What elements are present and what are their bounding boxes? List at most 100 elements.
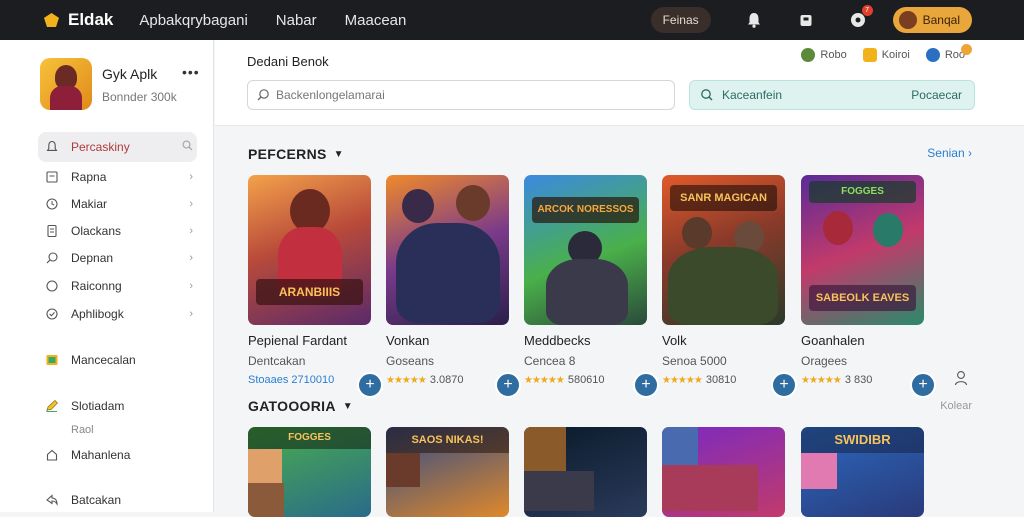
sidebar-item[interactable]: Depnan › xyxy=(38,246,197,270)
game-card[interactable]: ARANBIIIS + Pepienal Fardant Dentcakan S… xyxy=(248,175,383,398)
section-title-text: PEFCERNS xyxy=(248,146,327,162)
sidebar-item-label: Mancecalan xyxy=(71,353,136,367)
sidebar-item[interactable]: Slotiadam xyxy=(38,394,197,418)
pencil-icon xyxy=(44,398,60,414)
user-icon[interactable] xyxy=(954,370,968,391)
top-nav-item[interactable]: Maacean xyxy=(345,12,407,29)
game-rating: ★★★★★ 3 830 xyxy=(801,374,924,386)
top-nav-item[interactable]: Nabar xyxy=(276,12,317,29)
search-icon xyxy=(44,250,60,266)
clock-icon xyxy=(44,196,60,212)
document-icon xyxy=(44,223,60,239)
header-badge[interactable]: Robo xyxy=(801,48,847,62)
sidebar-item-label: Mahanlena xyxy=(71,448,131,462)
game-subtitle: Senoa 5000 xyxy=(662,354,727,368)
category-thumbnail[interactable] xyxy=(662,427,785,517)
bell-icon[interactable] xyxy=(745,11,763,29)
see-all-link[interactable]: Senian › xyxy=(927,146,972,160)
sidebar-item[interactable]: Rapna › xyxy=(38,165,197,189)
search-icon[interactable] xyxy=(182,140,193,154)
header-badge[interactable]: Roo xyxy=(925,43,972,62)
game-rating: ★★★★★ 580610 xyxy=(524,374,647,386)
user-label: Banqal xyxy=(922,13,960,27)
add-button[interactable]: + xyxy=(357,372,383,398)
sidebar-item[interactable]: Makiar › xyxy=(38,192,197,216)
sidebar-item-active[interactable]: Percaskiny xyxy=(38,132,197,162)
search-icon xyxy=(701,89,713,101)
search-box[interactable] xyxy=(247,80,675,110)
character-body xyxy=(546,259,628,325)
game-card[interactable]: + Vonkan Goseans ★★★★★ 3.0870 xyxy=(386,175,521,398)
game-thumbnail: ARCOK NORESSOS xyxy=(524,175,647,325)
game-subtitle: Oragees xyxy=(801,354,848,368)
sidebar-item-label: Batcakan xyxy=(71,493,122,507)
image-icon xyxy=(44,352,60,368)
character-head xyxy=(248,449,282,483)
top-nav: Apbakqrybagani Nabar Maacean xyxy=(139,12,434,29)
game-thumbnail: ARANBIIIS xyxy=(248,175,371,325)
main-header: Dedani Benok Robo Koiroi Roo Kaceanfein … xyxy=(215,40,1024,126)
sidebar-item-label: Olackans xyxy=(71,224,122,238)
top-nav-item[interactable]: Apbakqrybagani xyxy=(139,12,247,29)
game-rating: ★★★★★ 30810 xyxy=(662,374,785,386)
art-title: SANR MAGICAN xyxy=(670,185,777,211)
category-section-title[interactable]: GATOOORIA ▼ xyxy=(248,398,353,414)
chevron-right-icon: › xyxy=(189,171,193,183)
search-input[interactable] xyxy=(276,88,636,102)
rating-value: 30810 xyxy=(705,374,737,386)
category-thumbnail[interactable]: SAOS NIKAS! xyxy=(386,427,509,517)
game-name: Volk xyxy=(662,333,687,348)
secondary-search-action[interactable]: Pocaecar xyxy=(911,88,962,102)
secondary-search-box[interactable]: Kaceanfein Pocaecar xyxy=(689,80,975,110)
game-card[interactable]: SANR MAGICAN + Volk Senoa 5000 ★★★★★ 3081… xyxy=(662,175,797,398)
notification-dot xyxy=(961,43,972,55)
home-icon xyxy=(44,447,60,463)
add-button[interactable]: + xyxy=(910,372,936,398)
app-name: Gyk Aplk xyxy=(102,66,158,82)
search-icon xyxy=(257,89,269,101)
app-card[interactable]: Gyk Aplk Bonnder 300k xyxy=(0,40,213,128)
sidebar-item[interactable]: Aphlibogk › xyxy=(38,302,197,326)
game-card[interactable]: ARCOK NORESSOS + Meddbecks Cencea 8 ★★★★… xyxy=(524,175,659,398)
sidebar-item[interactable]: Batcakan xyxy=(38,488,197,512)
user-menu-button[interactable]: Banqal xyxy=(892,7,972,33)
square-icon xyxy=(44,169,60,185)
category-thumbnail[interactable]: SWIDIBR xyxy=(801,427,924,517)
message-icon[interactable]: 7 xyxy=(849,5,873,29)
add-button[interactable]: + xyxy=(771,372,797,398)
feature-pill-button[interactable]: Feinas xyxy=(650,7,711,33)
circle-icon xyxy=(44,278,60,294)
sidebar-item[interactable]: Olackans › xyxy=(38,219,197,243)
game-rating: Stoaaes 2710010 xyxy=(248,374,371,386)
chevron-right-icon: › xyxy=(189,308,193,320)
sidebar-item[interactable]: Raiconng › xyxy=(38,274,197,298)
chevron-down-icon: ▼ xyxy=(333,148,344,160)
sidebar-item-label: Makiar xyxy=(71,197,108,211)
add-button[interactable]: + xyxy=(633,372,659,398)
see-all-label: Senian xyxy=(927,146,965,160)
add-button[interactable]: + xyxy=(495,372,521,398)
category-thumbnail[interactable]: FOGGES xyxy=(248,427,371,517)
sidebar-item[interactable]: Mahanlena xyxy=(38,443,197,467)
featured-section-title[interactable]: PEFCERNS ▼ xyxy=(248,146,344,162)
logo[interactable]: Eldak xyxy=(42,10,113,30)
header-badge[interactable]: Koiroi xyxy=(862,48,910,62)
sidebar-sub-label: Raol xyxy=(71,424,94,436)
share-icon xyxy=(44,492,60,508)
category-thumbnail[interactable] xyxy=(524,427,647,517)
secondary-search-label: Kaceanfein xyxy=(722,88,783,102)
game-name: Meddbecks xyxy=(524,333,591,348)
character-head xyxy=(801,453,837,489)
header-badges: Robo Koiroi Roo xyxy=(785,43,972,62)
badge-icon xyxy=(801,48,816,62)
sidebar-item-label: Depnan xyxy=(71,251,114,265)
bag-icon[interactable] xyxy=(797,11,815,29)
more-options-icon[interactable]: ••• xyxy=(182,64,200,80)
check-circle-icon xyxy=(44,306,60,322)
logo-icon xyxy=(42,10,62,30)
sidebar-item[interactable]: Mancecalan xyxy=(38,348,197,372)
character-body xyxy=(524,471,594,511)
category-link[interactable]: Kolear xyxy=(940,400,972,412)
game-card[interactable]: FOGGES SABEOLK EAVES + Goanhalen Oragees… xyxy=(801,175,936,398)
character-head xyxy=(386,453,420,487)
